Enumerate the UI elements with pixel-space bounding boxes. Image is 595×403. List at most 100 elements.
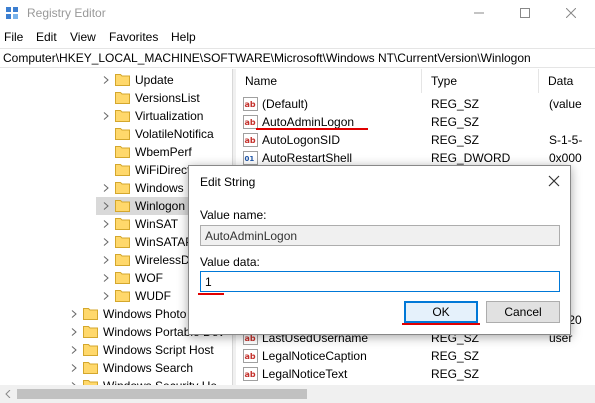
menu-help[interactable]: Help bbox=[171, 30, 196, 44]
value-row[interactable]: ab (Default) REG_SZ (value bbox=[236, 95, 595, 113]
folder-icon bbox=[115, 164, 130, 176]
tree-item-label: Windows bbox=[135, 181, 184, 195]
scroll-left-icon[interactable] bbox=[5, 390, 11, 398]
chevron-right-icon[interactable] bbox=[102, 220, 110, 228]
value-name: AutoLogonSID bbox=[262, 133, 341, 147]
menu-favorites[interactable]: Favorites bbox=[109, 30, 158, 44]
folder-icon bbox=[115, 236, 130, 248]
value-row[interactable]: ab LegalNoticeCaption REG_SZ bbox=[236, 347, 595, 365]
scrollbar-thumb[interactable] bbox=[17, 389, 307, 399]
folder-icon bbox=[115, 182, 130, 194]
menu-bar: File Edit View Favorites Help bbox=[0, 27, 595, 47]
title-bar: Registry Editor bbox=[0, 0, 595, 26]
menu-edit[interactable]: Edit bbox=[36, 30, 57, 44]
tree-item[interactable]: Windows Script Host bbox=[64, 341, 232, 359]
chevron-right-icon[interactable] bbox=[102, 256, 110, 264]
string-value-icon: ab bbox=[243, 349, 258, 363]
folder-icon bbox=[115, 110, 130, 122]
chevron-right-icon[interactable] bbox=[70, 364, 78, 372]
maximize-button[interactable] bbox=[503, 0, 549, 26]
chevron-right-icon[interactable] bbox=[102, 274, 110, 282]
value-data-label: Value data: bbox=[200, 255, 260, 269]
value-row[interactable]: ab AutoLogonSID REG_SZ S-1-5- bbox=[236, 131, 595, 149]
tree-item-label: Winlogon bbox=[135, 199, 186, 213]
address-bar[interactable]: Computer\HKEY_LOCAL_MACHINE\SOFTWARE\Mic… bbox=[0, 48, 595, 68]
value-type: REG_SZ bbox=[431, 367, 480, 381]
dialog-title: Edit String bbox=[200, 175, 256, 189]
tree-item-label: WinSAT bbox=[135, 217, 179, 231]
maximize-icon bbox=[520, 8, 530, 18]
dword-value-icon: 01 bbox=[243, 151, 258, 165]
svg-text:ab: ab bbox=[245, 118, 256, 127]
tree-item[interactable]: Windows Security He bbox=[64, 377, 232, 385]
value-name-label: Value name: bbox=[200, 208, 267, 222]
svg-text:01: 01 bbox=[245, 155, 255, 163]
value-name: (Default) bbox=[262, 97, 309, 111]
ok-button[interactable]: OK bbox=[404, 301, 478, 323]
value-name: AutoRestartShell bbox=[262, 151, 353, 165]
tree-item[interactable]: Update bbox=[96, 71, 232, 89]
value-name: LegalNoticeCaption bbox=[262, 349, 367, 363]
value-type: REG_DWORD bbox=[431, 151, 511, 165]
tree-item-label: WbemPerf bbox=[135, 145, 192, 159]
chevron-right-icon[interactable] bbox=[102, 184, 110, 192]
string-value-icon: ab bbox=[243, 97, 258, 111]
edit-string-dialog: Edit String Value name: Value data: OK C… bbox=[188, 165, 571, 335]
tree-item-label: WUDF bbox=[135, 289, 171, 303]
folder-icon bbox=[115, 92, 130, 104]
value-row[interactable]: ab LegalNoticeText REG_SZ bbox=[236, 365, 595, 383]
menu-view[interactable]: View bbox=[70, 30, 96, 44]
folder-icon bbox=[115, 218, 130, 230]
chevron-right-icon[interactable] bbox=[70, 310, 78, 318]
tree-item-label: Windows Photo bbox=[103, 307, 187, 321]
annotation-underline-value-name bbox=[256, 128, 368, 130]
dialog-close-icon[interactable] bbox=[546, 173, 562, 189]
horizontal-scrollbar[interactable] bbox=[0, 385, 595, 403]
tree-item[interactable]: VolatileNotifica bbox=[96, 125, 232, 143]
value-type: REG_SZ bbox=[431, 115, 480, 129]
chevron-right-icon[interactable] bbox=[70, 328, 78, 336]
close-button[interactable] bbox=[549, 0, 595, 26]
folder-icon bbox=[83, 344, 98, 356]
tree-item[interactable]: Virtualization bbox=[96, 107, 232, 125]
svg-text:ab: ab bbox=[245, 334, 256, 343]
folder-icon bbox=[115, 290, 130, 302]
value-data-field[interactable] bbox=[200, 271, 560, 292]
chevron-right-icon[interactable] bbox=[102, 112, 110, 120]
column-header-name[interactable]: Name bbox=[236, 69, 422, 93]
chevron-right-icon[interactable] bbox=[102, 238, 110, 246]
chevron-right-icon[interactable] bbox=[102, 292, 110, 300]
registry-editor-icon bbox=[6, 7, 18, 19]
folder-icon bbox=[115, 272, 130, 284]
tree-item-label: Windows Search bbox=[103, 361, 194, 375]
cancel-button[interactable]: Cancel bbox=[486, 301, 560, 323]
string-value-icon: ab bbox=[243, 367, 258, 381]
tree-item[interactable]: WbemPerf bbox=[96, 143, 232, 161]
address-path: Computer\HKEY_LOCAL_MACHINE\SOFTWARE\Mic… bbox=[3, 51, 531, 65]
window-title: Registry Editor bbox=[27, 6, 106, 20]
value-data: S-1-5- bbox=[549, 133, 583, 147]
chevron-right-icon[interactable] bbox=[102, 76, 110, 84]
value-data: 0x000 bbox=[549, 151, 582, 165]
column-header-data[interactable]: Data bbox=[539, 69, 595, 93]
svg-text:ab: ab bbox=[245, 136, 256, 145]
string-value-icon: ab bbox=[243, 115, 258, 129]
column-header-type[interactable]: Type bbox=[422, 69, 539, 93]
folder-icon bbox=[83, 362, 98, 374]
tree-item-label: WOF bbox=[135, 271, 163, 285]
annotation-underline-value-data bbox=[198, 293, 224, 295]
folder-icon bbox=[83, 326, 98, 338]
tree-item[interactable]: Windows Search bbox=[64, 359, 232, 377]
value-name: LegalNoticeText bbox=[262, 367, 348, 381]
value-type: REG_SZ bbox=[431, 133, 480, 147]
value-type: REG_SZ bbox=[431, 349, 480, 363]
close-icon bbox=[566, 8, 576, 18]
svg-text:ab: ab bbox=[245, 352, 256, 361]
minimize-button[interactable] bbox=[457, 0, 503, 26]
tree-item-label: VolatileNotifica bbox=[135, 127, 214, 141]
tree-item[interactable]: VersionsList bbox=[96, 89, 232, 107]
folder-icon bbox=[83, 308, 98, 320]
menu-file[interactable]: File bbox=[4, 30, 23, 44]
chevron-right-icon[interactable] bbox=[70, 346, 78, 354]
chevron-right-icon[interactable] bbox=[102, 202, 110, 210]
